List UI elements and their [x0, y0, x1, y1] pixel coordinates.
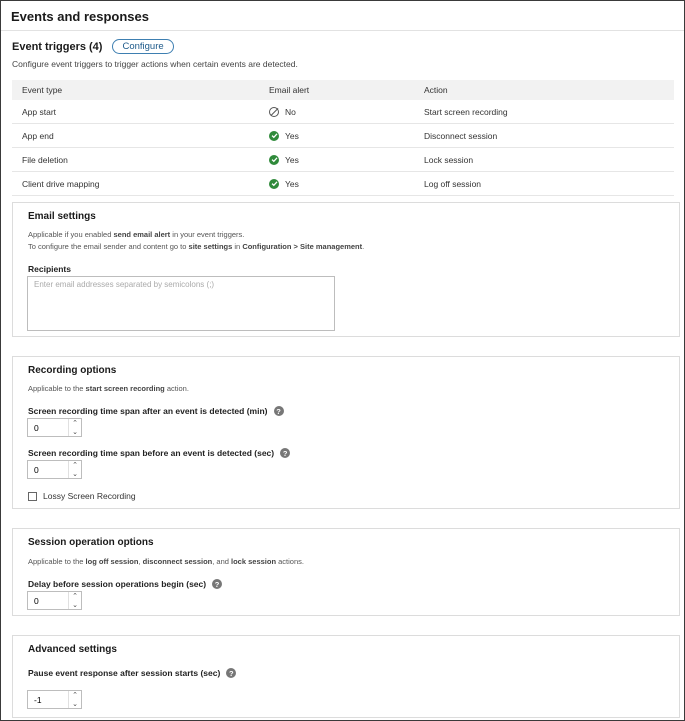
email-alert-cell: Yes	[259, 147, 414, 172]
pause-input[interactable]	[28, 691, 68, 708]
event-type-cell: Client drive mapping	[12, 171, 259, 196]
note-text: .	[362, 242, 365, 251]
note-emphasis: lock session	[231, 557, 277, 566]
chevron-down-icon[interactable]: ⌄	[69, 428, 81, 437]
email-settings-note: Applicable if you enabled send email ale…	[28, 230, 244, 239]
pause-label: Pause event response after session start…	[28, 668, 237, 678]
table-row: Client drive mapping Yes Log off session	[12, 171, 674, 196]
email-alert-value: Yes	[285, 154, 299, 165]
check-circle-icon	[269, 178, 279, 189]
column-header-event-type: Event type	[12, 80, 259, 100]
event-triggers-title: Event triggers (4)	[12, 40, 103, 53]
note-emphasis: start screen recording	[85, 384, 165, 393]
configure-button[interactable]: Configure	[112, 39, 174, 54]
table-row: App start No Start screen recording	[12, 100, 674, 124]
note-text: in	[232, 242, 243, 251]
pause-stepper[interactable]: ⌃ ⌄	[27, 690, 82, 709]
event-triggers-description: Configure event triggers to trigger acti…	[12, 59, 298, 69]
table-row: App end Yes Disconnect session	[12, 123, 674, 148]
site-management-path: Configuration > Site management	[242, 242, 363, 251]
time-span-before-label: Screen recording time span before an eve…	[28, 448, 291, 458]
chevron-down-icon[interactable]: ⌄	[69, 700, 81, 709]
help-icon[interactable]: ?	[226, 668, 237, 678]
advanced-settings-panel: Advanced settings Pause event response a…	[12, 635, 680, 718]
pause-text: Pause event response after session start…	[28, 668, 221, 678]
help-icon[interactable]: ?	[280, 448, 291, 458]
time-span-before-stepper[interactable]: ⌃ ⌄	[27, 460, 82, 479]
lossy-recording-option[interactable]: Lossy Screen Recording	[28, 491, 136, 501]
lossy-recording-checkbox[interactable]	[28, 491, 37, 501]
note-text: actions.	[276, 557, 304, 566]
note-text: , and	[212, 557, 232, 566]
event-triggers-header: Event triggers (4) Configure	[12, 39, 174, 54]
column-header-email-alert: Email alert	[259, 80, 414, 100]
email-settings-title: Email settings	[28, 211, 96, 222]
chevron-up-icon[interactable]: ⌃	[69, 592, 81, 601]
note-text: Applicable to the	[28, 557, 86, 566]
email-alert-value: Yes	[285, 130, 299, 141]
chevron-up-icon[interactable]: ⌃	[69, 461, 81, 470]
time-span-after-label: Screen recording time span after an even…	[28, 406, 284, 416]
note-text: To configure the email sender and conten…	[28, 242, 189, 251]
note-text: in your event triggers.	[170, 230, 245, 239]
table-header-row: Event type Email alert Action	[12, 80, 674, 100]
action-cell: Start screen recording	[414, 100, 674, 124]
event-type-cell: File deletion	[12, 147, 259, 172]
note-text: action.	[164, 384, 189, 393]
email-alert-value: No	[285, 106, 296, 117]
check-circle-icon	[269, 130, 279, 141]
delay-stepper[interactable]: ⌃ ⌄	[27, 591, 82, 610]
advanced-settings-title: Advanced settings	[28, 644, 117, 655]
session-options-note: Applicable to the log off session, disco…	[28, 557, 304, 566]
table-row: File deletion Yes Lock session	[12, 147, 674, 172]
help-icon[interactable]: ?	[212, 579, 223, 589]
chevron-up-icon[interactable]: ⌃	[69, 691, 81, 700]
session-options-title: Session operation options	[28, 537, 154, 548]
chevron-down-icon[interactable]: ⌄	[69, 470, 81, 479]
chevron-down-icon[interactable]: ⌄	[69, 601, 81, 610]
event-triggers-table: Event type Email alert Action App start …	[12, 80, 674, 196]
delay-input[interactable]	[28, 592, 68, 609]
note-emphasis: log off session	[85, 557, 139, 566]
chevron-up-icon[interactable]: ⌃	[69, 419, 81, 428]
delay-label: Delay before session operations begin (s…	[28, 579, 223, 589]
recipients-input[interactable]	[27, 276, 335, 331]
main-window: Events and responses Event triggers (4) …	[0, 0, 685, 721]
note-emphasis: disconnect session	[142, 557, 213, 566]
event-type-cell: App end	[12, 123, 259, 148]
action-cell: Lock session	[414, 147, 674, 172]
note-text: Applicable if you enabled	[28, 230, 114, 239]
page-title: Events and responses	[1, 1, 684, 31]
recording-options-note: Applicable to the start screen recording…	[28, 384, 189, 393]
delay-text: Delay before session operations begin (s…	[28, 579, 207, 589]
email-alert-cell: Yes	[259, 171, 414, 196]
email-alert-value: Yes	[285, 178, 299, 189]
recipients-label: Recipients	[28, 264, 71, 274]
action-cell: Disconnect session	[414, 123, 674, 148]
action-cell: Log off session	[414, 171, 674, 196]
note-emphasis: send email alert	[113, 230, 171, 239]
column-header-action: Action	[414, 80, 674, 100]
lossy-recording-label: Lossy Screen Recording	[43, 491, 136, 501]
time-span-after-input[interactable]	[28, 419, 68, 436]
note-text: Applicable to the	[28, 384, 86, 393]
time-span-after-stepper[interactable]: ⌃ ⌄	[27, 418, 82, 437]
time-span-before-text: Screen recording time span before an eve…	[28, 448, 275, 458]
disabled-icon	[269, 106, 279, 117]
email-alert-cell: No	[259, 100, 414, 124]
time-span-before-input[interactable]	[28, 461, 68, 478]
email-config-note: To configure the email sender and conten…	[28, 242, 364, 251]
email-alert-cell: Yes	[259, 123, 414, 148]
recording-options-panel: Recording options Applicable to the star…	[12, 356, 680, 509]
email-settings-panel: Email settings Applicable if you enabled…	[12, 202, 680, 337]
recording-options-title: Recording options	[28, 365, 117, 376]
event-type-cell: App start	[12, 100, 259, 124]
session-options-panel: Session operation options Applicable to …	[12, 528, 680, 616]
site-settings-link[interactable]: site settings	[189, 242, 233, 251]
time-span-after-text: Screen recording time span after an even…	[28, 406, 268, 416]
check-circle-icon	[269, 154, 279, 165]
help-icon[interactable]: ?	[273, 406, 284, 416]
